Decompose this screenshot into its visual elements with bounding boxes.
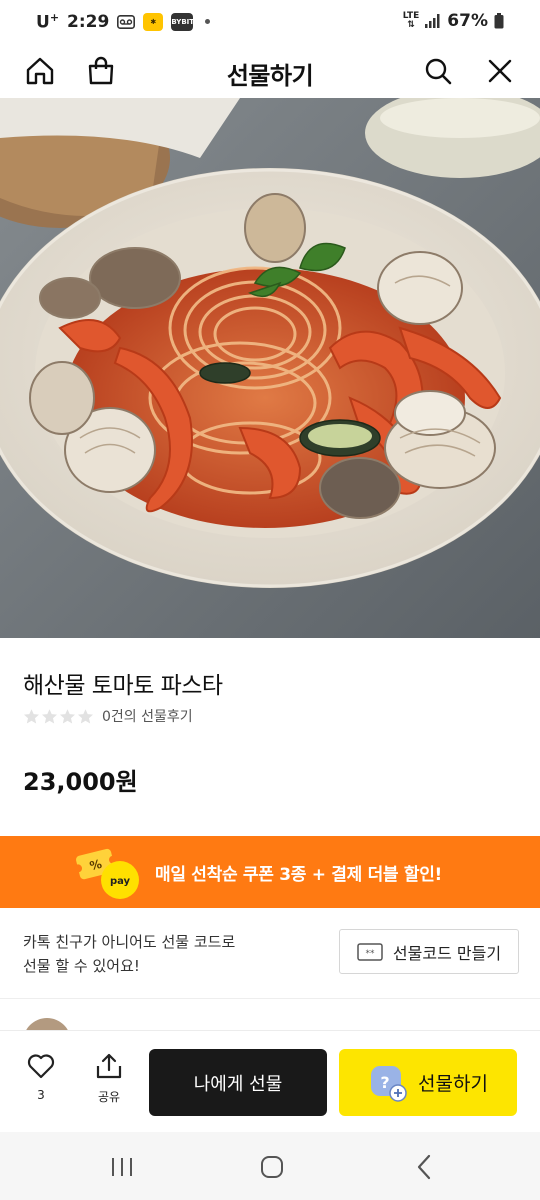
status-right: LTE ⇅ 67%	[403, 11, 504, 31]
gift-code-desc-line1: 카톡 친구가 아니어도 선물 코드로	[23, 933, 236, 951]
gift-code-desc-line2: 선물 할 수 있어요!	[23, 957, 140, 975]
home-circle-icon	[261, 1156, 283, 1178]
battery-icon	[494, 13, 504, 29]
like-count: 3	[37, 1088, 45, 1102]
promo-banner[interactable]: % pay 매일 선착순 쿠폰 3종 + 결제 더블 할인!	[0, 836, 540, 908]
page-title: 선물하기	[226, 62, 314, 90]
section-divider	[0, 998, 540, 999]
friend-add-icon: ?	[371, 1065, 407, 1102]
more-notifications-dot	[205, 19, 211, 25]
product-price: 23,000원	[23, 768, 138, 796]
status-left: U+ 2:29 ✱ BYBIT	[36, 11, 211, 33]
promo-text: 매일 선착순 쿠폰 3종 + 결제 더블 할인!	[155, 865, 443, 885]
close-icon	[488, 59, 512, 83]
svg-text:pay: pay	[110, 876, 131, 887]
coupon-pay-icon: % pay	[74, 848, 139, 899]
product-image[interactable]	[0, 98, 540, 638]
share-button[interactable]: 공유	[89, 1053, 129, 1105]
share-icon	[96, 1053, 122, 1079]
svg-text:?: ?	[380, 1073, 389, 1092]
send-gift-button[interactable]: ? 선물하기	[339, 1049, 517, 1116]
star-icon	[78, 708, 93, 723]
recent-apps-icon	[112, 1158, 132, 1176]
search-icon	[425, 58, 452, 85]
close-button[interactable]	[482, 53, 518, 89]
product-name: 해산물 토마토 파스타	[23, 673, 223, 699]
home-nav-button[interactable]	[257, 1152, 287, 1182]
like-button[interactable]: 3	[21, 1053, 61, 1102]
back-icon	[417, 1154, 431, 1180]
recent-apps-button[interactable]	[107, 1152, 137, 1182]
rating-row[interactable]: 0건의 선물후기	[23, 706, 193, 726]
carrier: U+	[36, 11, 60, 33]
status-bar: U+ 2:29 ✱ BYBIT LTE ⇅ 67%	[0, 0, 540, 44]
search-button[interactable]	[420, 53, 456, 89]
app-header: 선물하기	[0, 44, 540, 98]
pasta-illustration	[0, 98, 540, 638]
bybit-notification-icon: BYBIT	[171, 12, 194, 31]
create-gift-code-button[interactable]: ** 선물코드 만들기	[339, 929, 519, 974]
star-icon	[42, 708, 57, 723]
create-gift-code-label: 선물코드 만들기	[392, 943, 502, 963]
gift-code-icon: **	[357, 942, 383, 961]
star-rating	[23, 708, 94, 725]
status-time: 2:29	[67, 11, 110, 32]
heart-icon	[27, 1054, 55, 1079]
network-type: LTE ⇅	[402, 11, 420, 30]
review-count[interactable]: 0건의 선물후기	[102, 706, 193, 726]
gift-code-description: 카톡 친구가 아니어도 선물 코드로 선물 할 수 있어요!	[23, 930, 235, 978]
share-label: 공유	[97, 1090, 121, 1104]
signal-icon	[425, 14, 440, 28]
back-button[interactable]	[409, 1152, 439, 1182]
star-icon	[60, 708, 75, 723]
send-gift-label: 선물하기	[418, 1073, 488, 1095]
voicemail-icon	[117, 14, 136, 29]
svg-text:**: **	[365, 949, 375, 959]
gift-to-self-button[interactable]: 나에게 선물	[149, 1049, 327, 1116]
bottom-action-bar: 3 공유 나에게 선물 ? 선물하기	[0, 1030, 540, 1132]
system-nav-bar	[0, 1132, 540, 1200]
star-icon	[24, 708, 39, 723]
battery-percent: 67%	[447, 11, 488, 31]
kakao-notification-icon: ✱	[143, 12, 164, 31]
